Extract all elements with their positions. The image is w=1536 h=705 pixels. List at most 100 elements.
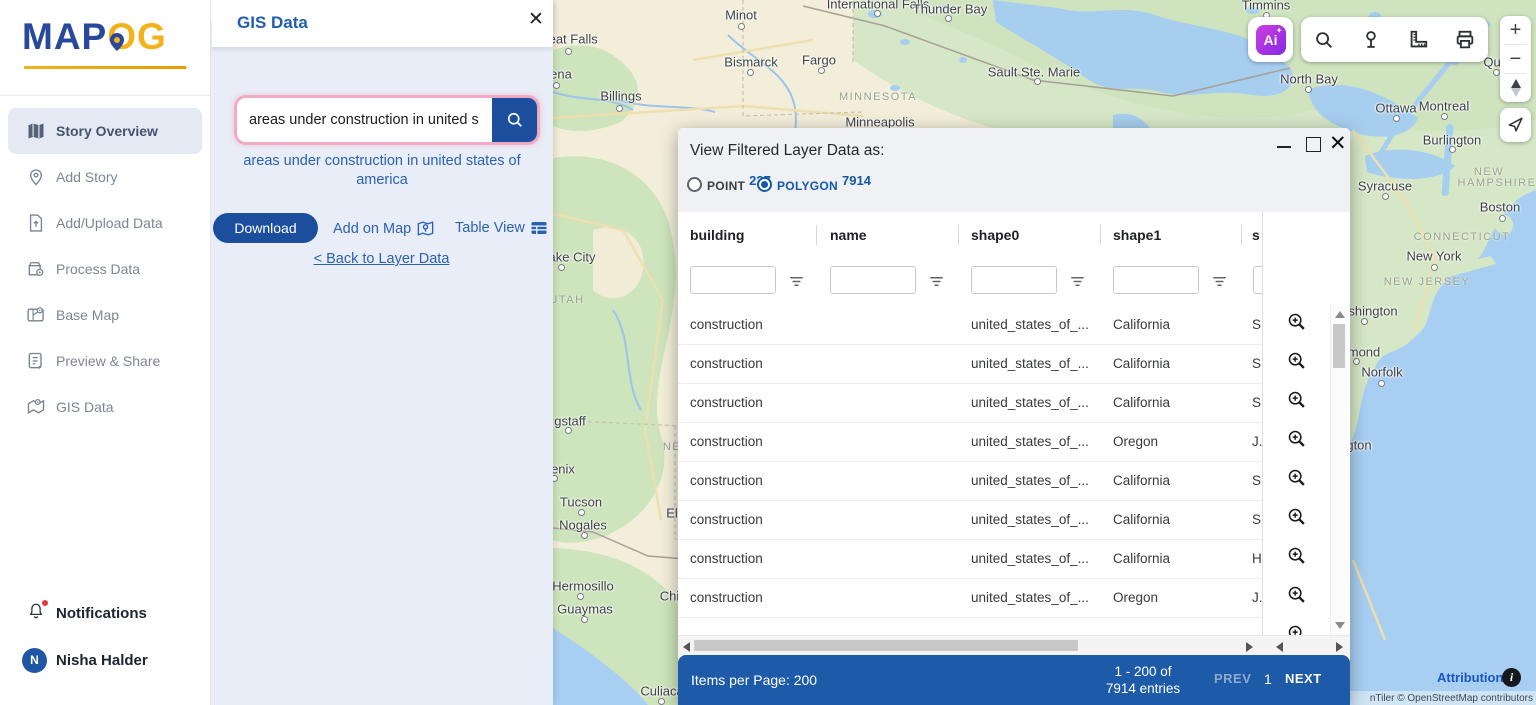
column-header-shape1[interactable]: shape1: [1113, 227, 1161, 243]
divider: [0, 95, 210, 96]
radio-polygon[interactable]: POLYGON 7914: [757, 173, 871, 193]
map-city-label: shington: [1348, 303, 1398, 319]
gis-search-button[interactable]: [492, 98, 537, 142]
scroll-down-icon[interactable]: [1335, 622, 1345, 629]
back-to-layer-data-link[interactable]: < Back to Layer Data: [210, 251, 553, 267]
vertical-scroll-thumb[interactable]: [1333, 324, 1345, 368]
filter-input-shape1[interactable]: [1113, 266, 1199, 294]
vertical-scrollbar[interactable]: [1330, 305, 1348, 635]
zoom-to-feature-button[interactable]: [1263, 617, 1331, 635]
current-page[interactable]: 1: [1264, 671, 1272, 687]
map-city-dot: [564, 47, 572, 55]
notifications-button[interactable]: Notifications: [0, 596, 210, 630]
horizontal-scroll-thumb[interactable]: [694, 640, 1078, 651]
sidebar-items: Story Overview Add Story Add/Upload Data Pr…: [0, 108, 210, 430]
filter-icon[interactable]: [928, 273, 945, 295]
zoom-to-feature-button[interactable]: [1263, 500, 1331, 539]
action-scroll-right-icon[interactable]: [1336, 642, 1343, 652]
column-header-shape0[interactable]: shape0: [971, 227, 1019, 243]
table-row[interactable]: construction united_states_of_... Oregon J.: [678, 422, 1262, 462]
sidebar-item-base-map[interactable]: Base Map: [0, 292, 210, 338]
filter-icon[interactable]: [788, 273, 805, 295]
avatar: N: [22, 647, 47, 673]
scroll-up-icon[interactable]: [1335, 311, 1345, 318]
map-city-label: enix: [553, 461, 575, 477]
next-page-button[interactable]: NEXT: [1285, 671, 1322, 686]
sidebar-item-add-upload-data[interactable]: Add/Upload Data: [0, 200, 210, 246]
table-row[interactable]: construction united_states_of_... Californ…: [678, 305, 1262, 345]
panel-close-icon[interactable]: ✕: [528, 8, 544, 31]
cell-shape2: J.: [1252, 434, 1262, 449]
table-row[interactable]: construction united_states_of_... Californ…: [678, 539, 1262, 579]
sidebar-item-label: Add Story: [56, 169, 118, 185]
cell-shape1: California: [1113, 317, 1171, 332]
cell-shape1: California: [1113, 356, 1171, 371]
print-icon[interactable]: [1452, 27, 1478, 53]
zoom-to-feature-button[interactable]: [1263, 422, 1331, 461]
download-button[interactable]: Download: [213, 213, 318, 243]
search-result-text[interactable]: areas under construction in united state…: [224, 152, 540, 190]
add-on-map-button[interactable]: Add on Map: [333, 219, 435, 238]
map-city-label: Nogales: [559, 517, 607, 533]
column-header-s[interactable]: s: [1252, 227, 1260, 243]
sidebar-item-gis-data[interactable]: GIS Data: [0, 384, 210, 430]
zoom-in-button[interactable]: +: [1500, 16, 1531, 44]
info-icon[interactable]: i: [1502, 668, 1521, 687]
table-row[interactable]: construction united_states_of_... Californ…: [678, 500, 1262, 540]
prev-page-button[interactable]: PREV: [1214, 671, 1251, 686]
horizontal-scrollbar[interactable]: [678, 635, 1350, 656]
zoom-to-feature-button[interactable]: [1263, 383, 1331, 422]
column-separator: [958, 225, 959, 245]
zoom-controls: + −: [1500, 16, 1531, 102]
modal-header: View Filtered Layer Data as: ✕ POINT227P…: [678, 128, 1350, 212]
column-header-name[interactable]: name: [830, 227, 867, 243]
sidebar-item-add-story[interactable]: Add Story: [0, 154, 210, 200]
zoom-out-button[interactable]: −: [1500, 45, 1531, 73]
close-icon[interactable]: ✕: [1329, 131, 1347, 156]
search-icon[interactable]: [1311, 27, 1337, 53]
filter-input-shape0[interactable]: [971, 266, 1057, 294]
cell-shape0: united_states_of_...: [971, 590, 1089, 605]
panel-title: GIS Data: [237, 13, 308, 32]
table-row[interactable]: construction united_states_of_... Californ…: [678, 461, 1262, 501]
filter-icon[interactable]: [1211, 273, 1228, 295]
user-profile[interactable]: N Nisha Halder: [0, 643, 210, 677]
sidebar-item-process-data[interactable]: Process Data: [0, 246, 210, 292]
filter-icon[interactable]: [1069, 273, 1086, 295]
zoom-to-feature-button[interactable]: [1263, 344, 1331, 383]
scroll-right-icon[interactable]: [1246, 642, 1253, 652]
column-header-building[interactable]: building: [690, 227, 744, 243]
zoom-to-feature-button[interactable]: [1263, 461, 1331, 500]
filter-input-building[interactable]: [690, 266, 776, 294]
zoom-to-feature-button[interactable]: [1263, 305, 1331, 344]
pushpin-icon[interactable]: [1358, 27, 1384, 53]
sidebar-item-label: Process Data: [56, 261, 141, 277]
filter-input-name[interactable]: [830, 266, 916, 294]
table-view-button[interactable]: Table View: [455, 219, 548, 237]
sidebar-item-label: Story Overview: [56, 123, 158, 139]
scroll-left-icon[interactable]: [683, 642, 690, 652]
minimize-icon[interactable]: [1276, 138, 1292, 154]
action-scroll-left-icon[interactable]: [1276, 642, 1283, 652]
compass-icon[interactable]: [1500, 74, 1531, 102]
table-row[interactable]: construction united_states_of_... Californ…: [678, 344, 1262, 384]
map-city-dot: [944, 14, 952, 22]
ai-assistant-button[interactable]: Ai ✦: [1248, 17, 1293, 62]
map-city-dot: [1360, 317, 1368, 325]
table-row[interactable]: construction united_states_of_... Oregon J.: [678, 578, 1262, 618]
measure-ruler-icon[interactable]: [1405, 27, 1431, 53]
maximize-icon[interactable]: [1306, 137, 1321, 152]
sidebar-item-preview-share[interactable]: Preview & Share: [0, 338, 210, 384]
attribution-link[interactable]: Attribution: [1437, 670, 1503, 685]
search-icon: [507, 112, 522, 127]
map-city-label: Norfolk: [1361, 364, 1403, 380]
locate-me-button[interactable]: [1500, 108, 1531, 142]
map-city-label: Boston: [1479, 199, 1521, 215]
items-per-page[interactable]: Items per Page: 200: [691, 672, 817, 688]
zoom-to-feature-button[interactable]: [1263, 539, 1331, 578]
sidebar-item-story-overview[interactable]: Story Overview: [8, 108, 202, 154]
table-row[interactable]: construction united_states_of_... Californ…: [678, 383, 1262, 423]
mapog-logo[interactable]: MAP OG: [22, 8, 190, 66]
zoom-to-feature-button[interactable]: [1263, 578, 1331, 617]
gis-search-input[interactable]: [237, 98, 492, 142]
